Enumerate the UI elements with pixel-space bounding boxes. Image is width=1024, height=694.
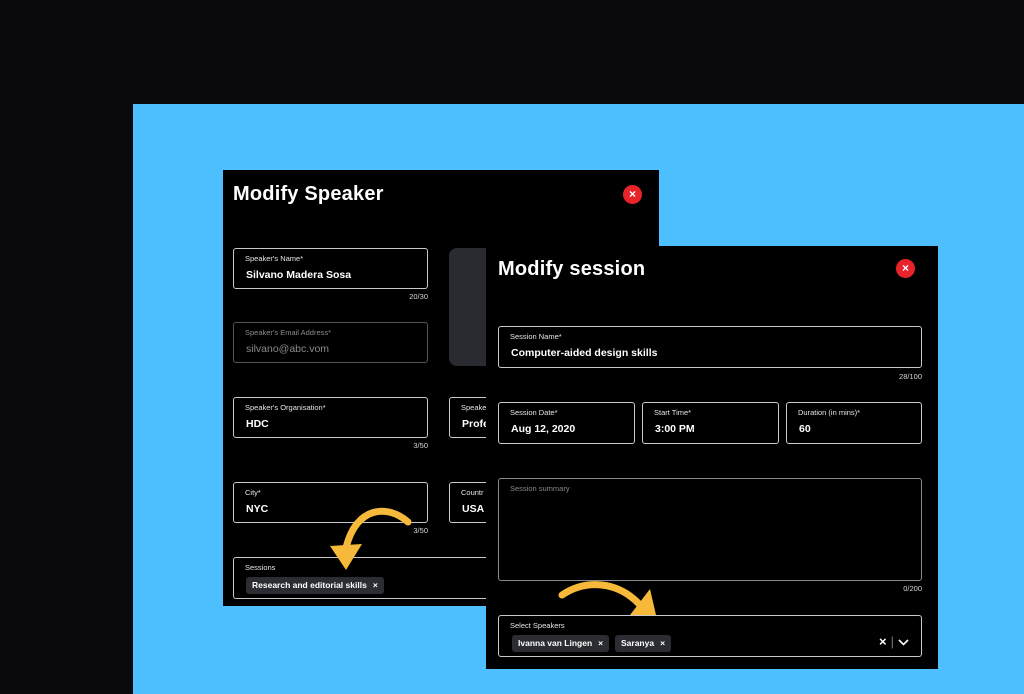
field-label: Session summary [510, 484, 570, 493]
speaker-email-field: Speaker's Email Address* silvano@abc.vom [233, 322, 428, 363]
field-value: Aug 12, 2020 [511, 423, 576, 435]
field-label: Session Name* [510, 332, 562, 341]
start-time-field[interactable]: Start Time* 3:00 PM [642, 402, 779, 444]
close-button[interactable]: × [623, 185, 642, 204]
chevron-down-icon[interactable] [898, 639, 909, 646]
field-label: Countr [461, 488, 484, 497]
char-counter: 3/50 [413, 441, 428, 450]
session-date-field[interactable]: Session Date* Aug 12, 2020 [498, 402, 635, 444]
speaker-organisation-field[interactable]: Speaker's Organisation* HDC [233, 397, 428, 438]
field-value: USA [462, 503, 485, 515]
field-value: Profe [462, 418, 489, 430]
char-counter: 28/100 [899, 372, 922, 381]
select-controls: × | [879, 634, 909, 649]
chip-remove-icon[interactable]: × [598, 638, 603, 648]
speaker-name-field[interactable]: Speaker's Name* Silvano Madera Sosa [233, 248, 428, 289]
field-value: silvano@abc.vom [246, 343, 330, 355]
arrow-icon [558, 581, 656, 615]
field-value: HDC [246, 418, 269, 430]
field-label: Speaker's Name* [245, 254, 304, 263]
chip-remove-icon[interactable]: × [660, 638, 665, 648]
field-label: Sessions [245, 563, 276, 572]
field-value: NYC [246, 503, 269, 515]
field-label: Speaker's Organisation* [245, 403, 326, 412]
char-counter: 20/30 [409, 292, 428, 301]
session-chip: Research and editorial skills × [246, 577, 384, 594]
modal-title: Modify Speaker [233, 183, 384, 205]
field-label: Session Date* [510, 408, 558, 417]
field-value: Silvano Madera Sosa [246, 269, 352, 281]
chip-label: Ivanna van Lingen [518, 638, 593, 648]
session-name-field[interactable]: Session Name* Computer-aided design skil… [498, 326, 922, 368]
char-counter: 0/200 [903, 584, 922, 593]
field-label: Speaker's Email Address* [245, 328, 332, 337]
chip-label: Research and editorial skills [252, 580, 367, 590]
speaker-chip: Ivanna van Lingen × [512, 635, 610, 652]
field-label: City* [245, 488, 261, 497]
close-button[interactable]: × [896, 259, 915, 278]
field-label: Start Time* [654, 408, 692, 417]
field-label: Speake [461, 403, 487, 412]
clear-all-icon[interactable]: × [879, 634, 887, 649]
chip-remove-icon[interactable]: × [373, 580, 378, 590]
session-summary-field[interactable]: Session summary [498, 478, 922, 581]
separator: | [890, 634, 894, 649]
field-value: 3:00 PM [655, 423, 695, 435]
field-value: Computer-aided design skills [511, 347, 658, 359]
arrow-icon [330, 507, 412, 570]
chip-label: Saranya [621, 638, 655, 648]
modify-session-modal: Modify session × Session Name* Computer-… [486, 246, 938, 669]
modal-title: Modify session [498, 258, 646, 280]
field-value: 60 [799, 423, 811, 435]
field-label: Duration (in mins)* [798, 408, 861, 417]
speaker-chip: Saranya × [615, 635, 672, 652]
duration-field[interactable]: Duration (in mins)* 60 [786, 402, 922, 444]
